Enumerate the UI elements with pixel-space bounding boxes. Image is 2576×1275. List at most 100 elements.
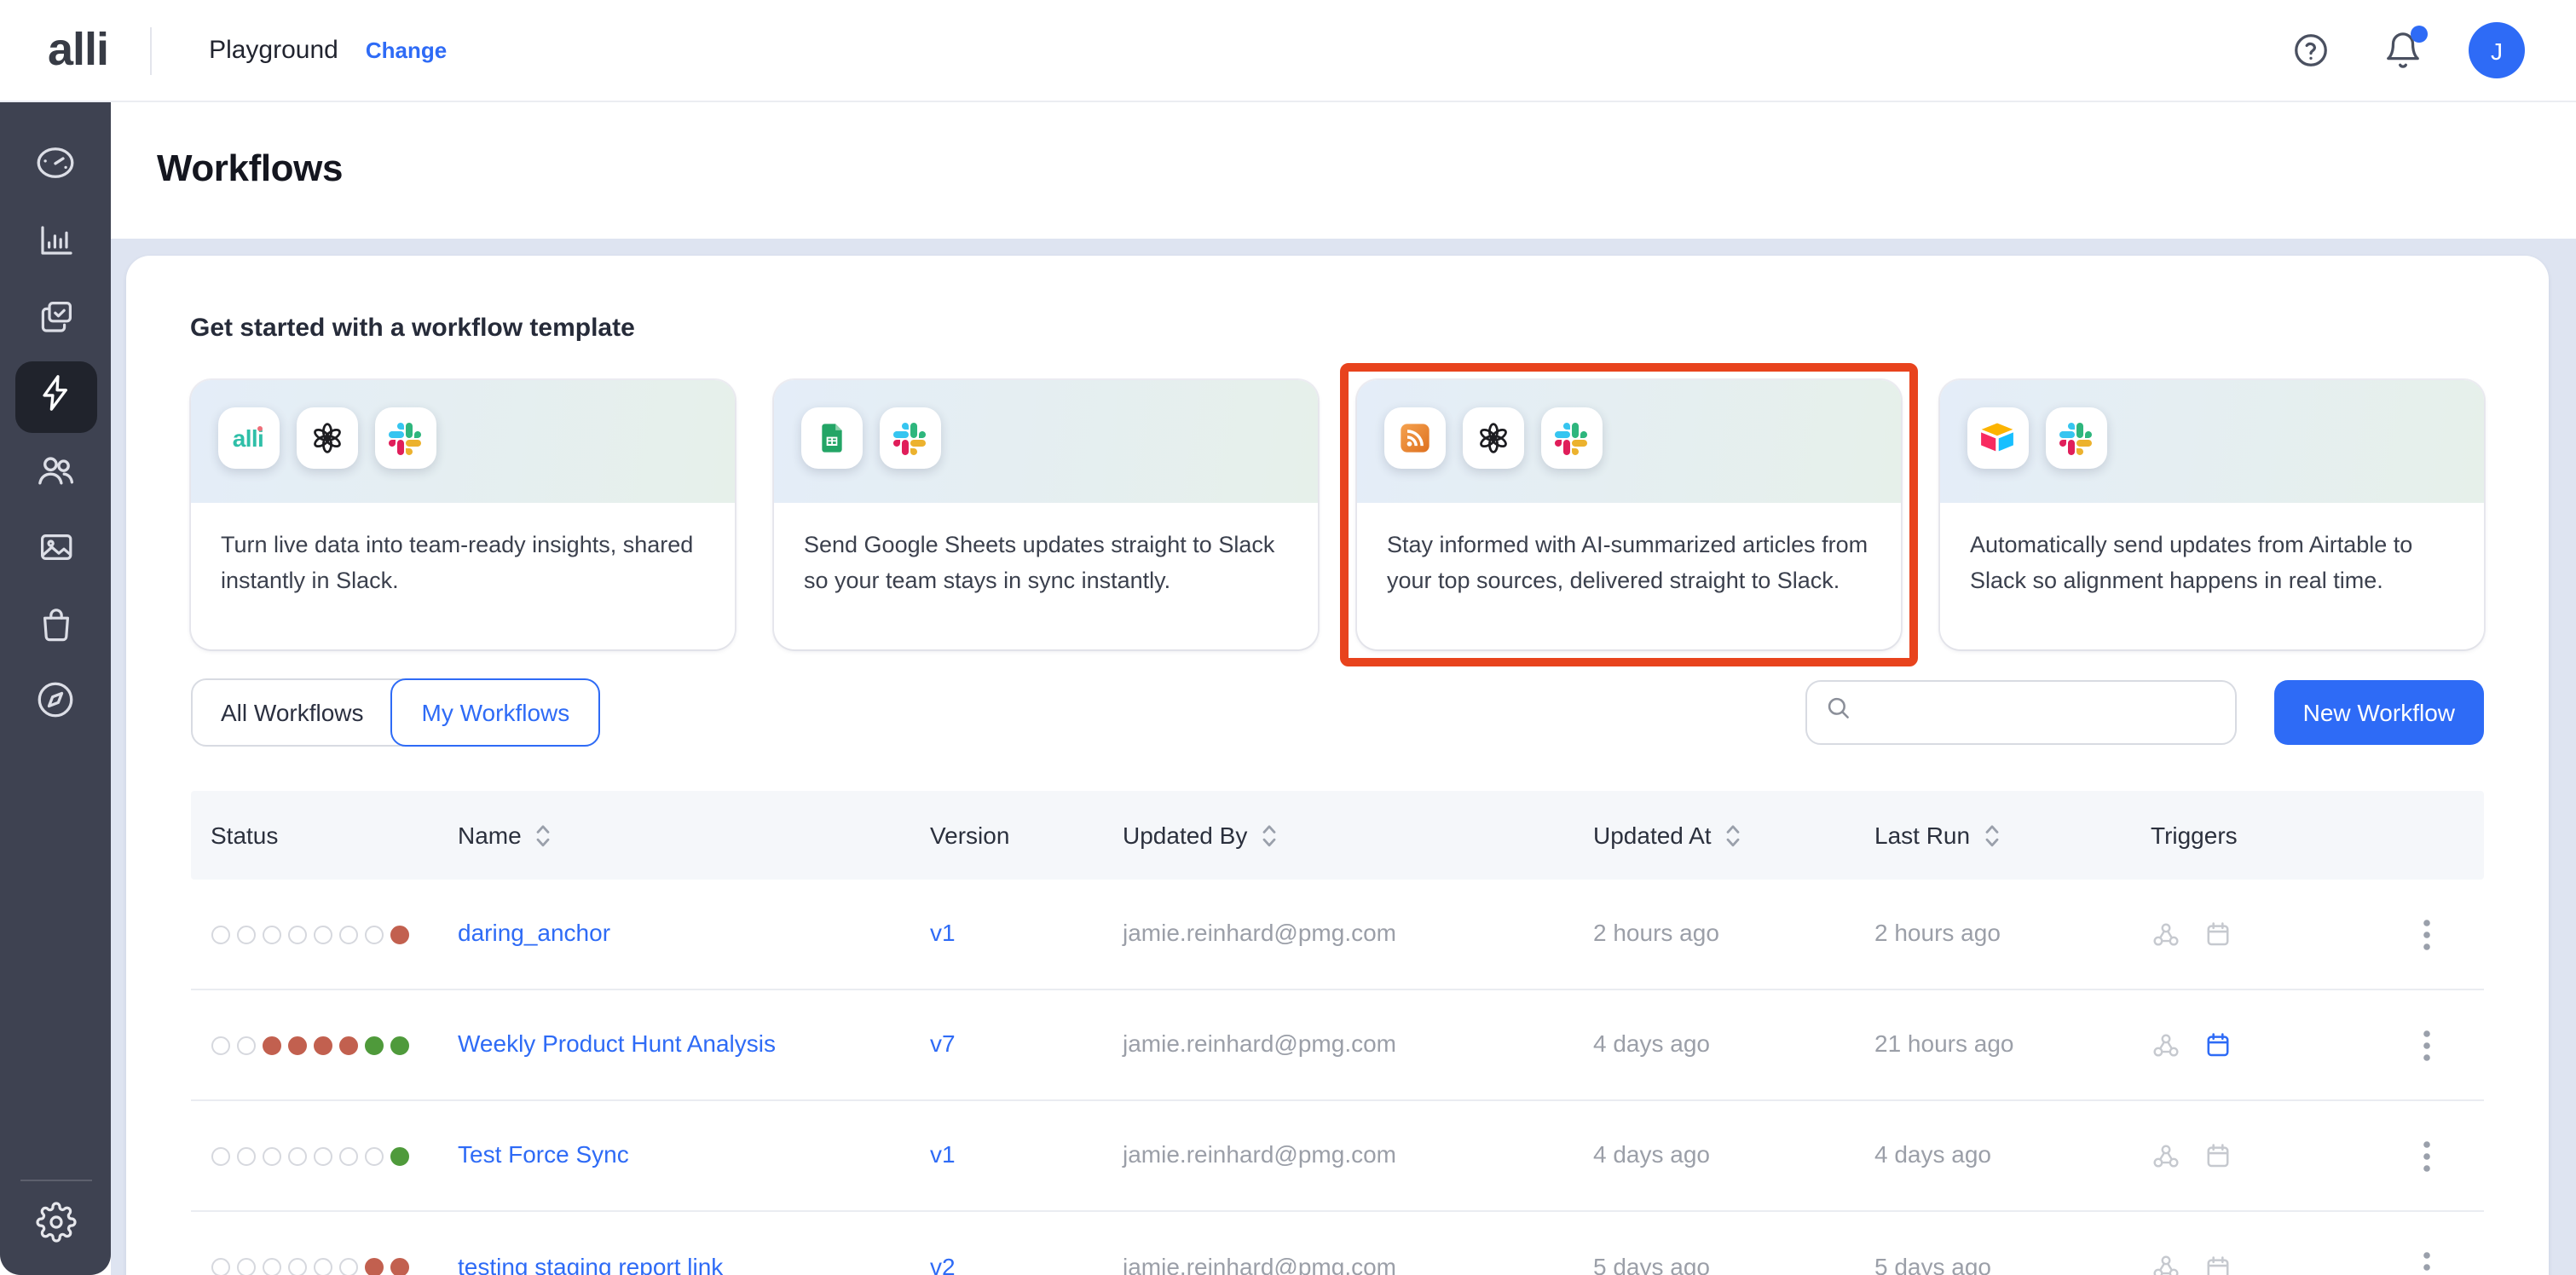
gauge-icon — [34, 141, 77, 193]
status-dot-green — [390, 1146, 408, 1165]
lightning-bolt-icon — [34, 372, 77, 423]
template-card-banner: alli — [190, 380, 734, 503]
status-dot-empty — [287, 1146, 306, 1165]
search-input[interactable] — [1867, 699, 2218, 726]
workflow-version-link[interactable]: v2 — [930, 1252, 956, 1275]
template-card-1[interactable]: alli Turn live data into team-ready insig… — [190, 380, 734, 649]
workflow-name-link[interactable]: daring_anchor — [458, 919, 610, 946]
status-dot-red — [364, 1258, 383, 1275]
page-title: Workflows — [157, 147, 2576, 191]
new-workflow-button[interactable]: New Workflow — [2274, 680, 2484, 745]
status-dot-empty — [338, 1146, 357, 1165]
status-dot-empty — [236, 1146, 255, 1165]
sidebar-item-analytics[interactable] — [14, 208, 96, 280]
status-dot-empty — [262, 925, 280, 943]
google-sheets-tile — [800, 407, 862, 469]
sidebar-divider — [20, 1180, 91, 1181]
workspace-name: Playground — [209, 36, 338, 65]
column-header-updated-at[interactable]: Updated At — [1593, 822, 1874, 849]
sidebar-item-tasks[interactable] — [14, 285, 96, 356]
openai-tile — [296, 407, 357, 469]
column-header-version: Version — [930, 822, 1123, 849]
row-actions-button[interactable] — [2416, 911, 2438, 957]
openai-icon — [1474, 419, 1511, 457]
workflow-version-link[interactable]: v7 — [930, 1030, 956, 1057]
template-card-2[interactable]: Send Google Sheets updates straight to S… — [773, 380, 1317, 649]
workflow-tabs: All WorkflowsMy Workflows — [190, 678, 600, 747]
sidebar-nav — [14, 131, 96, 740]
column-header-name[interactable]: Name — [458, 822, 930, 849]
sort-arrows-icon — [1725, 822, 1741, 848]
last-run: 4 days ago — [1874, 1140, 1991, 1168]
alli-tile: alli — [217, 407, 279, 469]
status-dot-empty — [313, 925, 332, 943]
status-dot-green — [364, 1036, 383, 1054]
template-card-3-highlighted[interactable]: Stay informed with AI-summarized article… — [1356, 380, 1900, 649]
template-card-banner — [1356, 380, 1900, 503]
workflow-version-link[interactable]: v1 — [930, 1140, 956, 1168]
status-dot-empty — [211, 1036, 229, 1054]
status-dot-green — [390, 1036, 408, 1054]
row-actions-button[interactable] — [2416, 1133, 2438, 1179]
user-avatar[interactable]: J — [2469, 22, 2525, 78]
search-icon — [1824, 694, 1853, 731]
sidebar-item-workflows[interactable] — [14, 361, 96, 433]
status-dot-empty — [338, 925, 357, 943]
last-run: 5 days ago — [1874, 1252, 1991, 1275]
sidebar-item-dashboard[interactable] — [14, 131, 96, 203]
status-dot-empty — [313, 1258, 332, 1275]
workflow-name-link[interactable]: Test Force Sync — [458, 1140, 629, 1168]
row-actions-button[interactable] — [2416, 1244, 2438, 1275]
sidebar-item-explore[interactable] — [14, 668, 96, 740]
sidebar-item-team[interactable] — [14, 438, 96, 510]
updated-by: jamie.reinhard@pmg.com — [1123, 1252, 1396, 1275]
workflow-version-link[interactable]: v1 — [930, 919, 956, 946]
row-actions-button[interactable] — [2416, 1022, 2438, 1068]
template-card-4[interactable]: Automatically send updates from Airtable… — [1939, 380, 2483, 649]
notifications-button[interactable] — [2380, 28, 2424, 72]
kebab-icon — [2423, 1139, 2431, 1172]
status-dot-empty — [262, 1258, 280, 1275]
image-icon — [35, 526, 76, 575]
users-icon — [34, 448, 77, 499]
template-card-banner — [773, 380, 1317, 503]
column-header-updated-by[interactable]: Updated By — [1123, 822, 1593, 849]
status-dot-red — [338, 1036, 357, 1054]
workflow-name-link[interactable]: testing staging report link — [458, 1252, 723, 1275]
status-dot-red — [390, 925, 408, 943]
slack-tile — [879, 407, 940, 469]
change-workspace-link[interactable]: Change — [366, 38, 447, 63]
template-card-description: Automatically send updates from Airtable… — [1939, 503, 2483, 600]
table-row: daring_anchorv1jamie.reinhard@pmg.com2 h… — [190, 880, 2484, 990]
app-window: alli Playground Change J Workflo — [0, 0, 2576, 1275]
template-card-description: Turn live data into team-ready insights,… — [190, 503, 734, 600]
table-body: daring_anchorv1jamie.reinhard@pmg.com2 h… — [190, 880, 2484, 1275]
table-row: Weekly Product Hunt Analysisv7jamie.rein… — [190, 990, 2484, 1101]
template-card-description: Send Google Sheets updates straight to S… — [773, 503, 1317, 600]
webhook-trigger-icon — [2151, 920, 2180, 949]
help-button[interactable] — [2288, 28, 2332, 72]
sidebar-item-media[interactable] — [14, 515, 96, 586]
compass-icon — [34, 678, 77, 730]
unread-badge — [2411, 25, 2428, 42]
webhook-trigger-icon — [2151, 1030, 2180, 1059]
tab-my-workflows[interactable]: My Workflows — [391, 678, 601, 747]
page-title-band: Workflows — [111, 102, 2576, 239]
gear-icon — [35, 1202, 76, 1248]
top-header: alli Playground Change J — [0, 0, 2576, 102]
search-box[interactable] — [1805, 680, 2237, 745]
settings-button[interactable] — [35, 1202, 76, 1248]
webhook-trigger-icon — [2151, 1253, 2180, 1275]
sidebar-item-store[interactable] — [14, 591, 96, 663]
column-header-last-run[interactable]: Last Run — [1874, 822, 2151, 849]
workflow-name-link[interactable]: Weekly Product Hunt Analysis — [458, 1030, 776, 1057]
status-dots — [190, 1036, 458, 1054]
template-card-description: Stay informed with AI-summarized article… — [1356, 503, 1900, 600]
status-dots — [190, 925, 458, 943]
template-card-banner — [1939, 380, 2483, 503]
google-sheets-icon — [814, 421, 848, 455]
status-dot-empty — [364, 925, 383, 943]
status-dot-empty — [287, 1258, 306, 1275]
tab-all-workflows[interactable]: All Workflows — [192, 680, 393, 745]
status-dot-empty — [338, 1258, 357, 1275]
